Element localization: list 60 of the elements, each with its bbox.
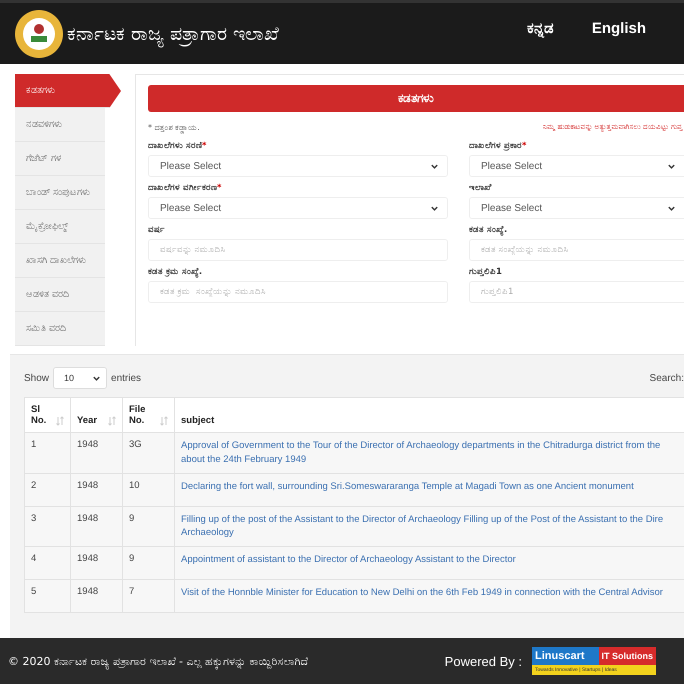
table-cell: 1948 xyxy=(70,473,122,506)
search-label: Search: xyxy=(650,372,684,384)
sidebar-item[interactable]: ಗೆಜೆಟ್ ಗಳ xyxy=(15,142,105,176)
input-field[interactable]: ಗುಪ್ತಲಿಪಿ1 xyxy=(469,281,684,303)
sidebar-item[interactable]: ಬಾಂಡ್ ಸಂಪುಟಗಳು xyxy=(15,176,105,210)
table-cell: 5 xyxy=(24,580,70,613)
sidebar-item[interactable]: ಮೈಕ್ರೋಫಿಲ್ಮ್ xyxy=(15,210,105,244)
column-header[interactable]: Year xyxy=(77,415,98,426)
table-cell: 1948 xyxy=(70,506,122,547)
table-cell: 3 xyxy=(24,506,70,547)
section-header: ಕಡತಗಳು xyxy=(148,85,684,112)
sort-icon[interactable] xyxy=(108,416,116,426)
input-field[interactable]: ಕಡತ ಕ್ರಮ ಸಂಖ್ಯೆಯನ್ನು ನಮೂದಿಸಿ xyxy=(148,281,448,303)
table-cell: 2 xyxy=(24,473,70,506)
table-cell: 4 xyxy=(24,546,70,580)
sidebar-item[interactable]: ಖಾಸಗಿ ದಾಖಲೆಗಳು xyxy=(15,244,105,278)
field-label: ದಾಖಲೆಗಳು ಸರಣಿ* xyxy=(148,141,208,151)
sidebar-item[interactable]: ಸಮಿತಿ ವರದಿ xyxy=(15,312,105,346)
entries-label: entries xyxy=(111,372,142,384)
table-cell: 9 xyxy=(122,546,174,580)
table-cell: 3G xyxy=(122,432,174,474)
field-label: ಕಡತ ಕ್ರಮ ಸಂಖ್ಯೆ. xyxy=(148,267,204,277)
language-link[interactable]: English xyxy=(592,20,646,37)
field-label: ಗುಪ್ತಲಿಪಿ1 xyxy=(469,267,503,277)
sidebar-item[interactable]: ಆಡಳಿತ ವರದಿ xyxy=(15,278,105,312)
field-label: ದಾಖಲೆಗಳ ಪ್ರಕಾರ* xyxy=(469,141,528,151)
field-label: ದಾಖಲೆಗಳ ವರ್ಗೀಕರಣ* xyxy=(148,183,222,193)
chevron-down-icon xyxy=(430,204,439,212)
page-size-dropdown[interactable]: 10 xyxy=(53,367,108,389)
table-cell: 1948 xyxy=(70,432,122,474)
table-cell: 1948 xyxy=(70,546,122,580)
dropdown[interactable]: Please Select xyxy=(148,197,448,219)
sidebar-item[interactable]: ಕಡತಗಳು xyxy=(15,74,121,108)
dropdown[interactable]: Please Select xyxy=(469,155,684,177)
table-cell: 7 xyxy=(122,580,174,613)
language-link[interactable]: ಕನ್ನಡ xyxy=(526,20,554,37)
input-field[interactable]: ಕಡತ ಸಂಖ್ಯೆಯನ್ನು ನಮೂದಿಸಿ xyxy=(469,239,684,261)
emblem-logo xyxy=(14,8,64,58)
input-field[interactable]: ವರ್ಷವನ್ನು ನಮೂದಿಸಿ xyxy=(148,239,448,261)
chevron-down-icon xyxy=(667,162,676,170)
mandatory-note: * ದತ್ತಂಶ ಕಡ್ಡಾಯ. xyxy=(148,123,200,133)
show-label: Show xyxy=(24,372,50,384)
powered-by-label: Powered By : xyxy=(444,654,522,668)
dropdown[interactable]: Please Select xyxy=(469,197,684,219)
table-cell: 10 xyxy=(122,473,174,506)
field-label: ಇಲಾಖೆ xyxy=(469,183,492,193)
table-cell: 9 xyxy=(122,506,174,547)
table-cell: 1948 xyxy=(70,580,122,613)
field-label: ವರ್ಷ xyxy=(148,225,166,235)
column-header[interactable]: subject xyxy=(181,415,214,426)
chevron-down-icon xyxy=(92,374,102,382)
copyright-text: © 2020 ಕರ್ನಾಟಕ ರಾಜ್ಯ ಪತ್ರಾಗಾರ ಇಲಾಖೆ - ಎಲ್ಲ ಹಕ್ಕುಗಳನ್ನು ಕಾಯ್ದಿರಿಸಲಾಗಿದೆ xyxy=(8,654,308,668)
dropdown[interactable]: Please Select xyxy=(148,155,448,177)
field-label: ಕಡತ ಸಂಖ್ಯೆ. xyxy=(469,225,508,235)
sort-icon[interactable] xyxy=(160,416,168,426)
sort-icon[interactable] xyxy=(56,416,64,426)
chevron-down-icon xyxy=(667,204,676,212)
table-cell: 1 xyxy=(24,432,70,474)
chevron-down-icon xyxy=(430,162,439,170)
sidebar-item[interactable]: ನಡವಳಿಗಳು xyxy=(15,108,105,142)
